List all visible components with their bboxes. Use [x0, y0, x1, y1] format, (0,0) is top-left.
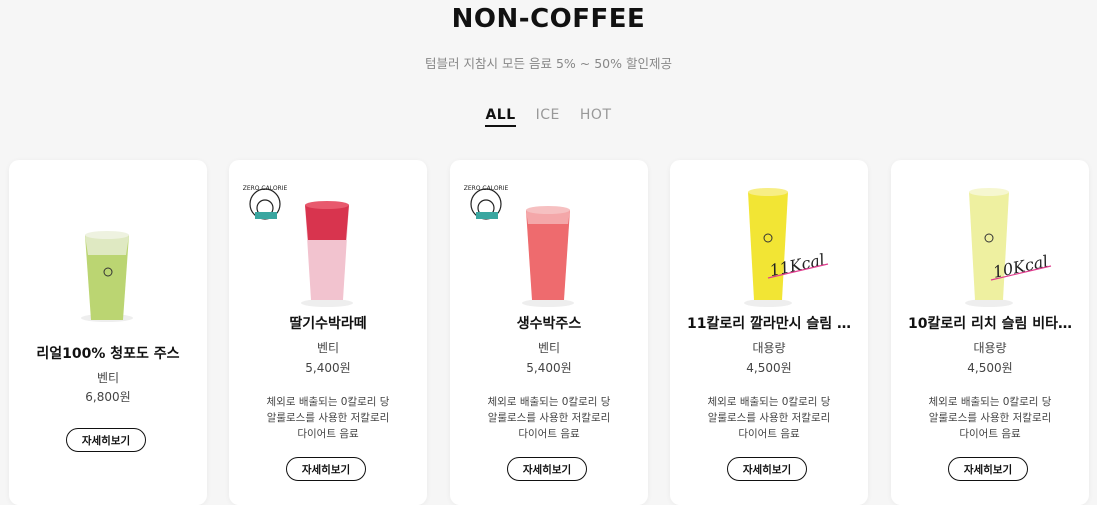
product-card[interactable]: 10Kcal 10칼로리 리치 슬림 비타… 대용량 4,500원 체외로 배출…	[891, 160, 1089, 505]
product-card[interactable]: ZERO CALORIE 생수박주스 벤티 5,400원 체외로 배출되는 0칼…	[450, 160, 648, 505]
product-card[interactable]: 11Kcal 11칼로리 깔라만시 슬림 … 대용량 4,500원 체외로 배출…	[670, 160, 868, 505]
product-name[interactable]: 생수박주스	[460, 313, 638, 333]
product-size: 대용량	[973, 341, 1007, 355]
product-name[interactable]: 딸기수박라떼	[239, 313, 417, 333]
detail-button[interactable]: 자세히보기	[286, 457, 366, 481]
product-image: ZERO CALORIE	[229, 160, 427, 310]
cup-icon	[748, 192, 788, 300]
product-card[interactable]: 리얼100% 청포도 주스 벤티 6,800원 자세히보기	[9, 160, 207, 505]
page-title: NON-COFFEE	[451, 4, 646, 34]
product-image	[9, 160, 207, 322]
page-subtitle: 텀블러 지참시 모든 음료 5% ~ 50% 할인제공	[425, 56, 672, 71]
tab-all[interactable]: ALL	[485, 107, 516, 127]
detail-button[interactable]: 자세히보기	[66, 428, 146, 452]
zero-calorie-badge-icon: ZERO CALORIE	[243, 185, 288, 220]
product-price: 4,500원	[746, 361, 792, 375]
product-description: 체외로 배출되는 0칼로리 당 알룰로스를 사용한 저칼로리 다이어트 음료	[928, 396, 1052, 440]
product-size: 벤티	[96, 371, 120, 385]
product-name[interactable]: 11칼로리 깔라만시 슬림 …	[680, 313, 858, 333]
product-image: 10Kcal	[891, 160, 1089, 310]
product-name[interactable]: 10칼로리 리치 슬림 비타…	[901, 313, 1079, 333]
product-price: 5,400원	[305, 361, 351, 375]
tab-ice[interactable]: ICE	[536, 107, 560, 127]
detail-button[interactable]: 자세히보기	[948, 457, 1028, 481]
category-tabs: ALL ICE HOT	[0, 107, 1097, 127]
cup-icon	[969, 192, 1009, 300]
product-image: 11Kcal	[670, 160, 868, 310]
product-image: ZERO CALORIE	[450, 160, 648, 310]
product-price: 4,500원	[967, 361, 1013, 375]
svg-text:ZERO CALORIE: ZERO CALORIE	[243, 185, 288, 192]
product-card[interactable]: ZERO CALORIE 딸기수박라떼 벤티 5,400원 체외로 배출되는 0…	[229, 160, 427, 505]
detail-button[interactable]: 자세히보기	[727, 457, 807, 481]
product-name[interactable]: 리얼100% 청포도 주스	[19, 343, 197, 363]
tab-hot[interactable]: HOT	[580, 107, 612, 127]
product-price: 5,400원	[526, 361, 572, 375]
detail-button[interactable]: 자세히보기	[507, 457, 587, 481]
product-description: 체외로 배출되는 0칼로리 당 알룰로스를 사용한 저칼로리 다이어트 음료	[707, 396, 831, 440]
product-description: 체외로 배출되는 0칼로리 당 알룰로스를 사용한 저칼로리 다이어트 음료	[487, 396, 611, 440]
product-size: 대용량	[752, 341, 786, 355]
product-price: 6,800원	[85, 390, 131, 404]
product-description: 체외로 배출되는 0칼로리 당 알룰로스를 사용한 저칼로리 다이어트 음료	[266, 396, 390, 440]
svg-text:ZERO CALORIE: ZERO CALORIE	[464, 185, 509, 192]
product-size: 벤티	[537, 341, 561, 355]
product-size: 벤티	[316, 341, 340, 355]
zero-calorie-badge-icon: ZERO CALORIE	[464, 185, 509, 220]
